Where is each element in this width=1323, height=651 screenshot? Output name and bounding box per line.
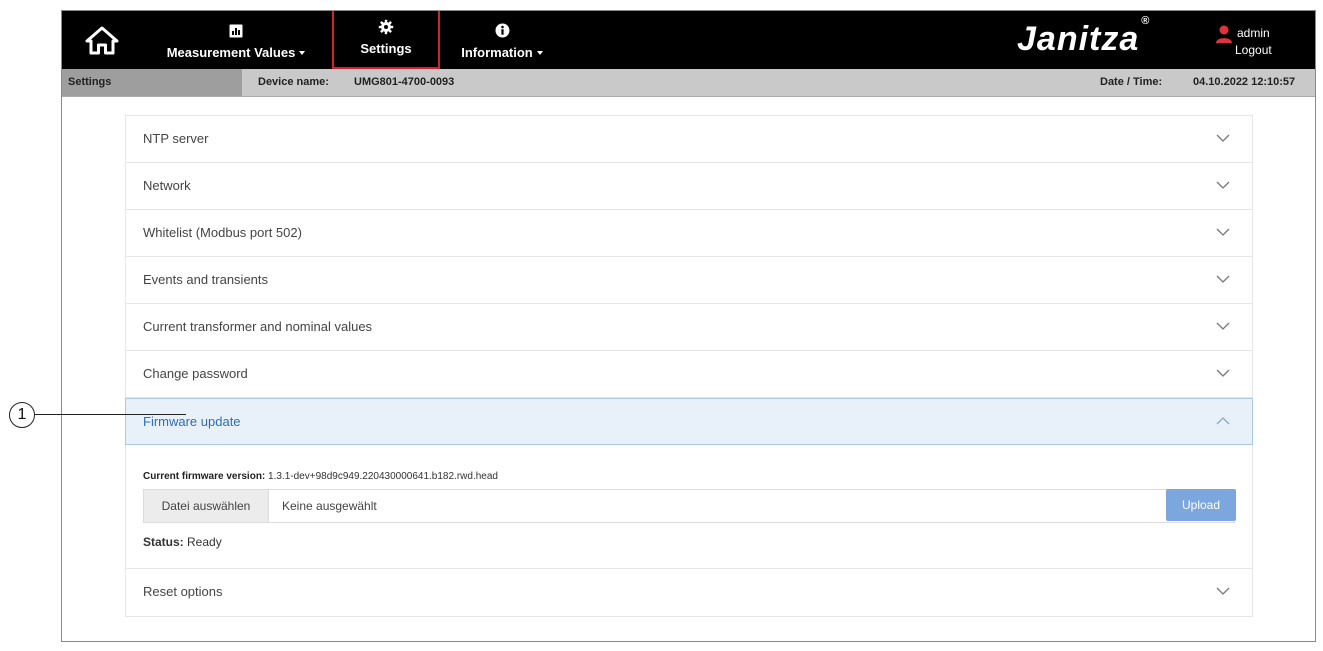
accordion-events-transients[interactable]: Events and transients (126, 257, 1252, 304)
firmware-version-line: Current firmware version: 1.3.1-dev+98d9… (143, 471, 498, 482)
user-name: admin (1237, 26, 1270, 40)
accordion-network[interactable]: Network (126, 163, 1252, 210)
selected-file-name: Keine ausgewählt (282, 499, 377, 513)
info-icon (495, 23, 509, 38)
chart-icon (229, 24, 243, 37)
accordion-title: Reset options (143, 584, 223, 599)
browser-frame: Measurement Values Settings Information … (61, 10, 1316, 642)
chevron-down-icon (1216, 369, 1230, 377)
info-bar: Settings Device name: UMG801-4700-0093 D… (62, 69, 1315, 97)
device-name-label: Device name: (258, 76, 329, 88)
nav-information[interactable]: Information (446, 11, 558, 69)
nav-measurement-values[interactable]: Measurement Values (158, 11, 314, 69)
firmware-update-panel: Current firmware version: 1.3.1-dev+98d9… (126, 445, 1252, 569)
date-time-value: 04.10.2022 12:10:57 (1193, 76, 1296, 88)
device-name-value: UMG801-4700-0093 (354, 76, 455, 88)
accordion-reset-options[interactable]: Reset options (126, 569, 1252, 616)
logo-text: Janitza (1017, 20, 1140, 58)
upload-button[interactable]: Upload (1166, 489, 1236, 521)
top-navigation-bar: Measurement Values Settings Information … (62, 11, 1315, 69)
chevron-down-icon (1216, 587, 1230, 595)
accordion-title: NTP server (143, 131, 209, 146)
accordion-title: Current transformer and nominal values (143, 319, 373, 334)
logout-link[interactable]: Logout (1235, 43, 1272, 57)
gear-icon (378, 19, 394, 35)
home-icon (85, 26, 119, 55)
nav-information-label: Information (461, 44, 533, 60)
status-line: Status: Ready (143, 535, 222, 549)
home-button[interactable] (84, 25, 120, 55)
section-label: Settings (62, 69, 242, 96)
chevron-down-icon (1216, 228, 1230, 236)
chevron-down-icon (1216, 275, 1230, 283)
settings-accordion: NTP server Network Whitelist (Modbus por… (125, 115, 1253, 617)
accordion-firmware-update[interactable]: Firmware update (125, 398, 1253, 445)
firmware-version-value: 1.3.1-dev+98d9c949.220430000641.b182.rwd… (268, 471, 498, 482)
accordion-change-password[interactable]: Change password (126, 351, 1252, 398)
accordion-current-transformer[interactable]: Current transformer and nominal values (126, 304, 1252, 351)
callout-leader-line (35, 414, 186, 415)
status-label: Status: (143, 535, 184, 549)
accordion-title: Change password (143, 366, 248, 381)
chevron-up-icon (1216, 417, 1230, 425)
chevron-down-icon (1216, 181, 1230, 189)
accordion-title: Whitelist (Modbus port 502) (143, 225, 302, 240)
registered-mark: ® (1141, 14, 1151, 27)
accordion-title: Network (143, 178, 191, 193)
user-icon (1216, 25, 1232, 43)
accordion-title: Events and transients (143, 272, 269, 287)
caret-down-icon (536, 51, 543, 56)
accordion-title: Firmware update (143, 414, 241, 429)
choose-file-button[interactable]: Datei auswählen (144, 490, 269, 522)
janitza-logo: Janitza ® (1017, 15, 1150, 59)
date-time-label: Date / Time: (1100, 76, 1163, 88)
nav-settings[interactable]: Settings (332, 11, 440, 69)
chevron-down-icon (1216, 322, 1230, 330)
accordion-whitelist[interactable]: Whitelist (Modbus port 502) (126, 210, 1252, 257)
status-value: Ready (187, 535, 222, 549)
accordion-ntp-server[interactable]: NTP server (126, 116, 1252, 163)
chevron-down-icon (1216, 134, 1230, 142)
nav-measurement-values-label: Measurement Values (166, 44, 296, 60)
nav-settings-label: Settings (360, 41, 412, 56)
firmware-version-label: Current firmware version: (143, 471, 266, 482)
file-input[interactable]: Datei auswählen Keine ausgewählt (143, 489, 1235, 523)
caret-down-icon (299, 51, 306, 56)
callout-marker: 1 (9, 402, 35, 428)
